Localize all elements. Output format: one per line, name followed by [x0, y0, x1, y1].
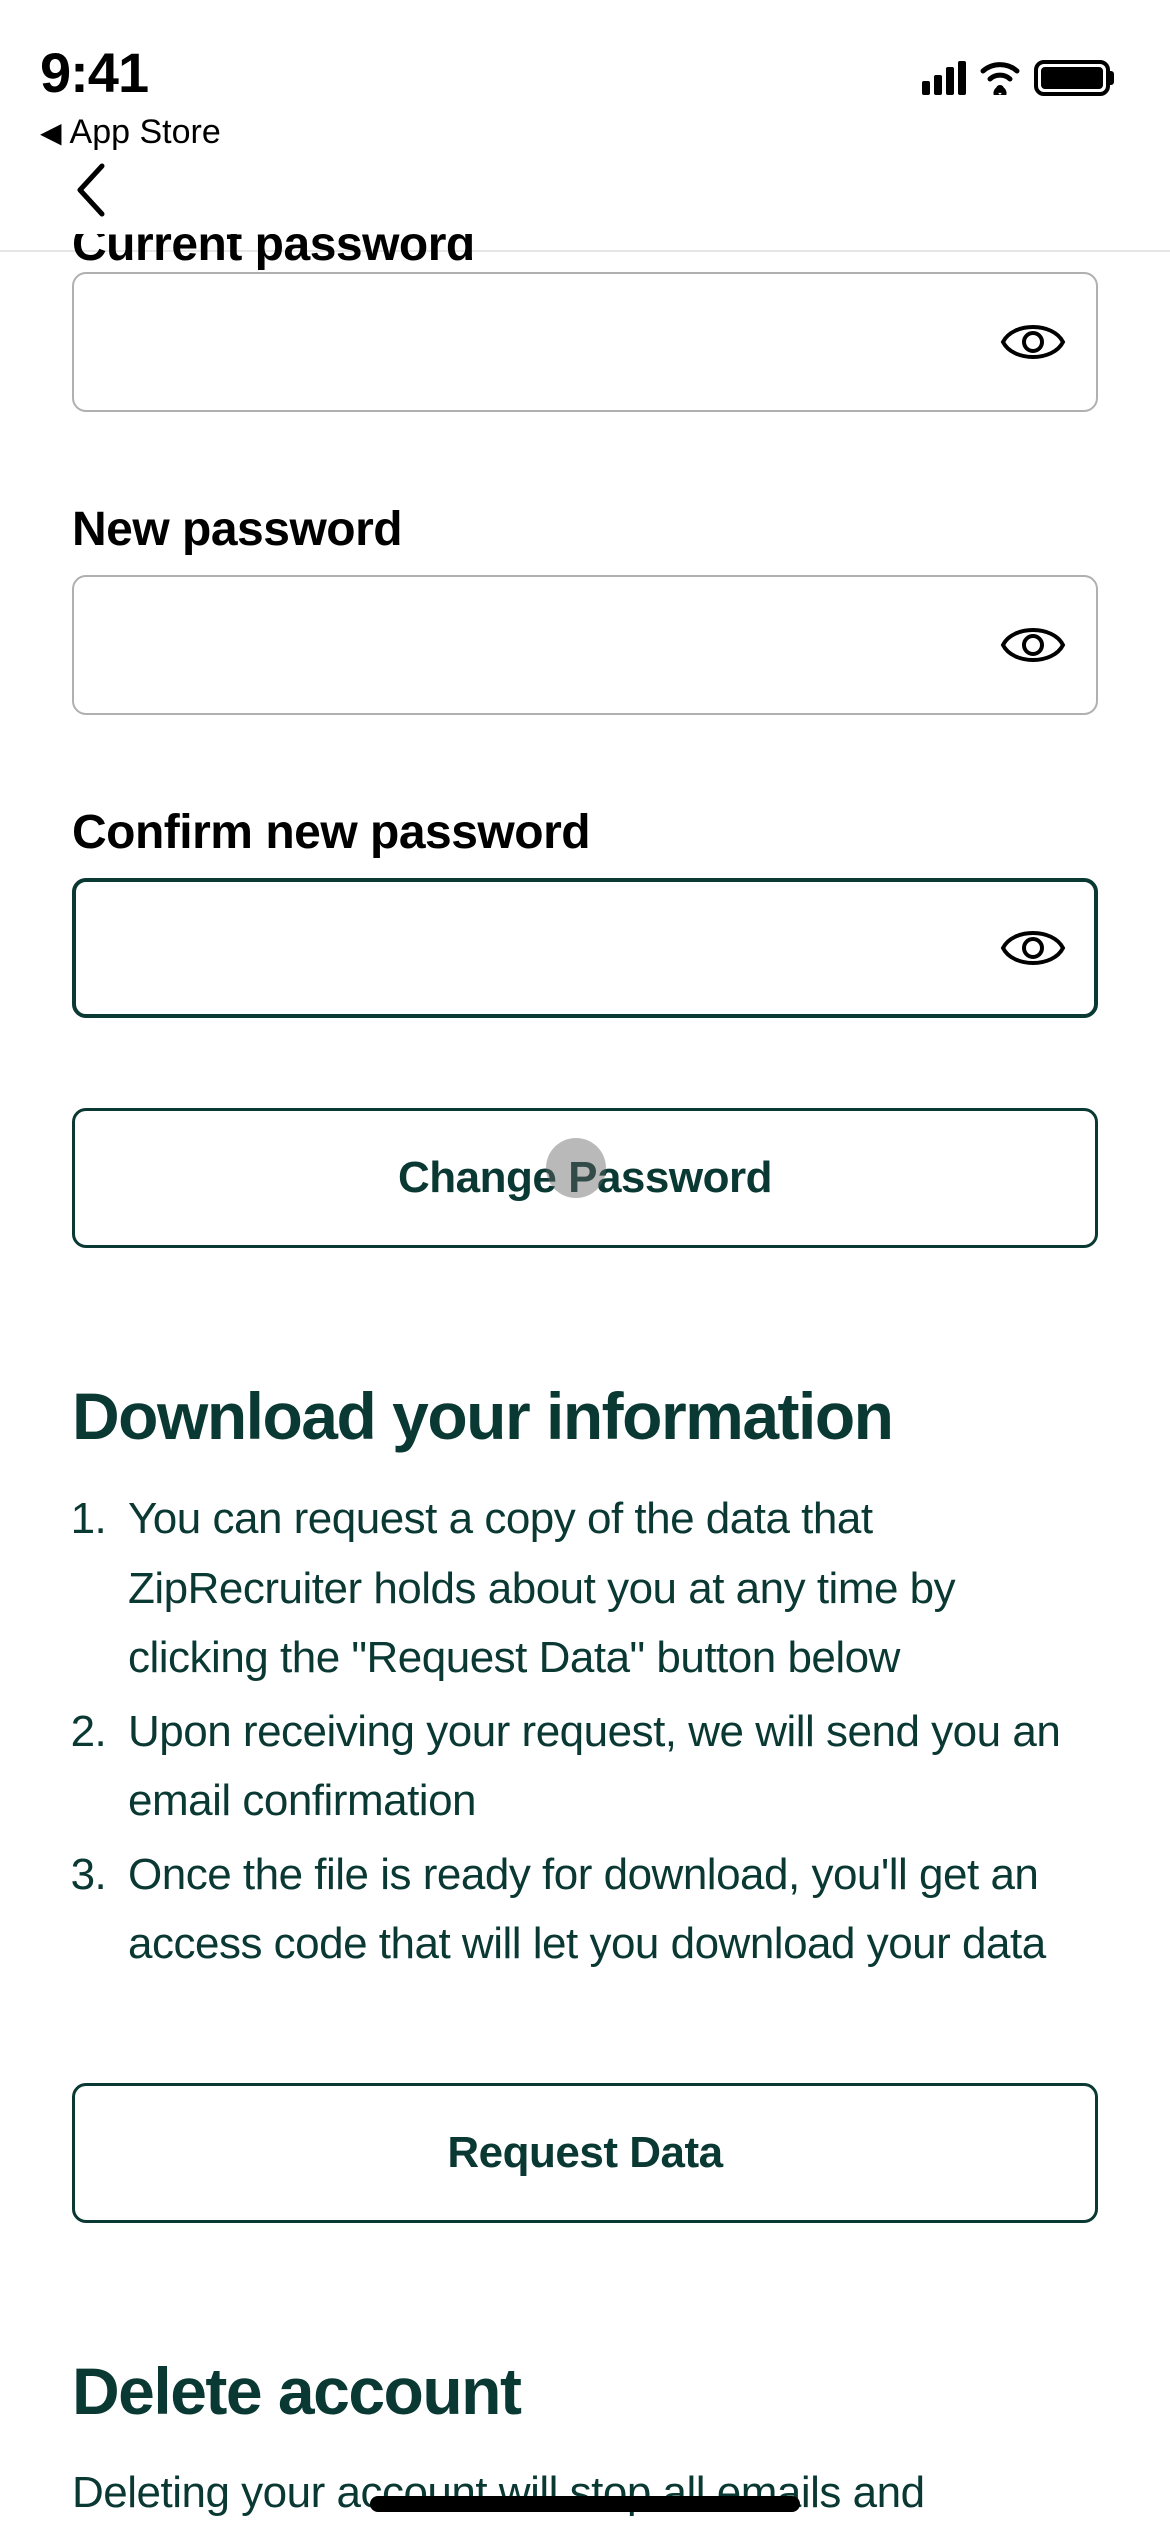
touch-indicator — [546, 1138, 606, 1198]
current-password-label: Current password — [72, 234, 1098, 272]
caret-left-icon: ◀ — [40, 116, 62, 149]
delete-account-description: Deleting your account will stop all emai… — [72, 2459, 1098, 2527]
delete-account-heading: Delete account — [72, 2353, 1098, 2429]
status-bar: 9:41 ◀ App Store — [0, 0, 1170, 100]
confirm-password-input[interactable] — [72, 878, 1098, 1018]
chevron-left-icon — [72, 160, 112, 220]
home-indicator[interactable] — [370, 2496, 800, 2512]
download-info-heading: Download your information — [72, 1378, 1098, 1454]
toggle-visibility-current[interactable] — [998, 317, 1068, 367]
battery-icon — [1034, 60, 1110, 96]
toggle-visibility-confirm[interactable] — [998, 923, 1068, 973]
eye-icon — [998, 923, 1068, 973]
download-info-list: You can request a copy of the data that … — [72, 1484, 1098, 1979]
toggle-visibility-new[interactable] — [998, 620, 1068, 670]
eye-icon — [998, 317, 1068, 367]
list-item: Upon receiving your request, we will sen… — [118, 1697, 1098, 1836]
new-password-label: New password — [72, 502, 1098, 557]
new-password-input[interactable] — [72, 575, 1098, 715]
list-item: Once the file is ready for download, you… — [118, 1840, 1098, 1979]
return-to-app-link[interactable]: ◀ App Store — [40, 113, 221, 152]
cellular-signal-icon — [922, 61, 966, 95]
eye-icon — [998, 620, 1068, 670]
list-item: You can request a copy of the data that … — [118, 1484, 1098, 1693]
confirm-password-label: Confirm new password — [72, 805, 1098, 860]
request-data-button[interactable]: Request Data — [72, 2083, 1098, 2223]
status-time: 9:41 — [40, 40, 221, 105]
current-password-input[interactable] — [72, 272, 1098, 412]
return-app-label: App Store — [70, 113, 221, 152]
wifi-icon — [978, 61, 1022, 95]
